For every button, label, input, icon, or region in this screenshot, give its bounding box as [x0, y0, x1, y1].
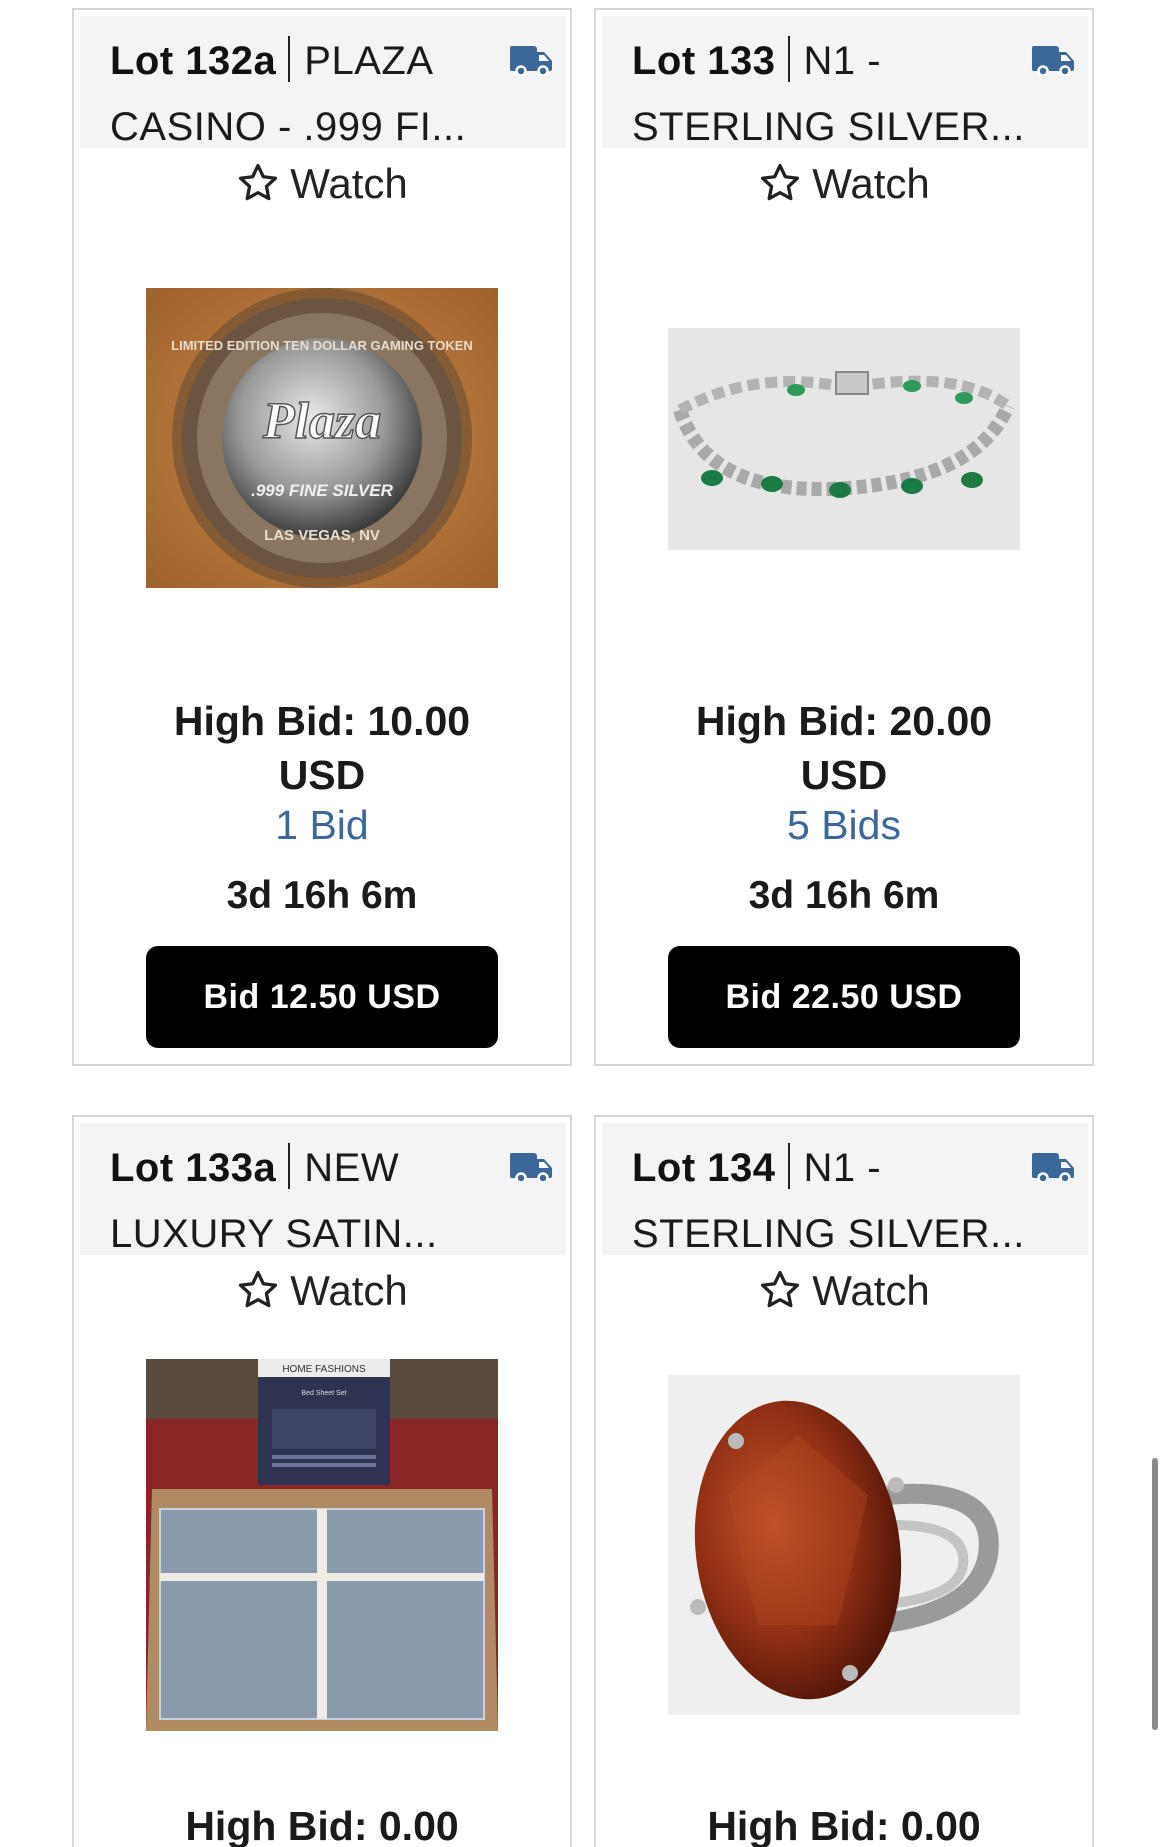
- watch-label: Watch: [290, 1267, 408, 1314]
- coin-fine: .999 FINE SILVER: [251, 481, 393, 500]
- lot-title-line2: LUXURY SATIN...: [110, 1212, 438, 1256]
- lot-title-line2: CASINO - .999 FI...: [110, 105, 467, 149]
- high-bid: High Bid: 20.00 USD: [596, 694, 1092, 802]
- star-icon: [239, 163, 278, 201]
- time-remaining: 3d 16h 6m: [226, 874, 418, 917]
- high-bid-amount: High Bid: 10.00: [173, 698, 471, 744]
- lot-image-bracelet[interactable]: [668, 328, 1020, 550]
- time-remaining: 3d 16h 6m: [748, 874, 940, 917]
- lot-image-ring[interactable]: [668, 1375, 1020, 1715]
- divider: [288, 1143, 291, 1189]
- watch-label: Watch: [290, 160, 408, 207]
- lot-header[interactable]: Lot 133a NEW LUXURY SATIN...: [80, 1123, 566, 1256]
- lot-number: Lot 133: [632, 39, 776, 83]
- high-bid: High Bid: 0.00: [74, 1799, 570, 1847]
- lot-title-line1: N1 -: [803, 39, 882, 83]
- high-bid-amount: High Bid: 0.00: [707, 1803, 981, 1847]
- high-bid-amount: High Bid: 20.00: [695, 698, 993, 744]
- bid-count-link[interactable]: 1 Bid: [74, 802, 570, 849]
- high-bid-currency: USD: [278, 752, 366, 798]
- coin-bottom: LAS VEGAS, NV: [264, 527, 380, 544]
- watch-label: Watch: [812, 1267, 930, 1314]
- high-bid: High Bid: 10.00 USD: [74, 694, 570, 802]
- shipping-truck-icon: [510, 46, 552, 76]
- lot-header[interactable]: Lot 134 N1 - STERLING SILVER...: [602, 1123, 1088, 1256]
- coin-ring-top: LIMITED EDITION TEN DOLLAR GAMING TOKEN: [171, 338, 473, 353]
- scrollbar[interactable]: [1152, 1458, 1158, 1730]
- lot-card[interactable]: Lot 133 N1 - STERLING SILVER... Watch Hi…: [594, 8, 1094, 1066]
- lot-title-line1: N1 -: [803, 1146, 882, 1190]
- coin-brand: Plaza: [262, 393, 381, 450]
- divider: [787, 1143, 790, 1189]
- high-bid-amount: High Bid: 0.00: [185, 1803, 459, 1847]
- bid-button[interactable]: Bid 22.50 USD: [668, 946, 1020, 1048]
- lot-header[interactable]: Lot 132a PLAZA CASINO - .999 FI...: [80, 16, 566, 149]
- star-icon: [761, 163, 800, 201]
- watch-button[interactable]: Watch: [596, 160, 1092, 208]
- lot-title-line2: STERLING SILVER...: [632, 105, 1025, 149]
- shipping-truck-icon: [510, 1153, 552, 1183]
- bid-count-link[interactable]: 5 Bids: [596, 802, 1092, 849]
- lot-image-coin[interactable]: Plaza LIMITED EDITION TEN DOLLAR GAMING …: [146, 288, 498, 588]
- shipping-truck-icon: [1032, 1153, 1074, 1183]
- lot-card[interactable]: Lot 132a PLAZA CASINO - .999 FI... Watch: [72, 8, 572, 1066]
- lot-title-line1: NEW: [304, 1146, 400, 1190]
- shipping-truck-icon: [1032, 46, 1074, 76]
- lot-title-line2: STERLING SILVER...: [632, 1212, 1025, 1256]
- star-icon: [761, 1270, 800, 1308]
- lot-number: Lot 133a: [110, 1146, 277, 1190]
- star-icon: [239, 1270, 278, 1308]
- divider: [288, 36, 291, 82]
- watch-button[interactable]: Watch: [74, 160, 570, 208]
- divider: [787, 36, 790, 82]
- lot-image-sheet-set[interactable]: HOME FASHIONS Bed Sheet Set: [146, 1359, 498, 1731]
- lot-number: Lot 132a: [110, 39, 277, 83]
- lot-card[interactable]: Lot 133a NEW LUXURY SATIN... Watch HOME F…: [72, 1115, 572, 1847]
- watch-button[interactable]: Watch: [596, 1267, 1092, 1315]
- box-sublabel: Bed Sheet Set: [301, 1390, 346, 1397]
- watch-button[interactable]: Watch: [74, 1267, 570, 1315]
- watch-label: Watch: [812, 160, 930, 207]
- lot-number: Lot 134: [632, 1146, 776, 1190]
- high-bid: High Bid: 0.00: [596, 1799, 1092, 1847]
- lot-card[interactable]: Lot 134 N1 - STERLING SILVER... Watch Hi…: [594, 1115, 1094, 1847]
- bid-button[interactable]: Bid 12.50 USD: [146, 946, 498, 1048]
- lot-title-line1: PLAZA: [304, 39, 434, 83]
- high-bid-currency: USD: [800, 752, 888, 798]
- lot-header[interactable]: Lot 133 N1 - STERLING SILVER...: [602, 16, 1088, 149]
- box-label: HOME FASHIONS: [282, 1364, 366, 1375]
